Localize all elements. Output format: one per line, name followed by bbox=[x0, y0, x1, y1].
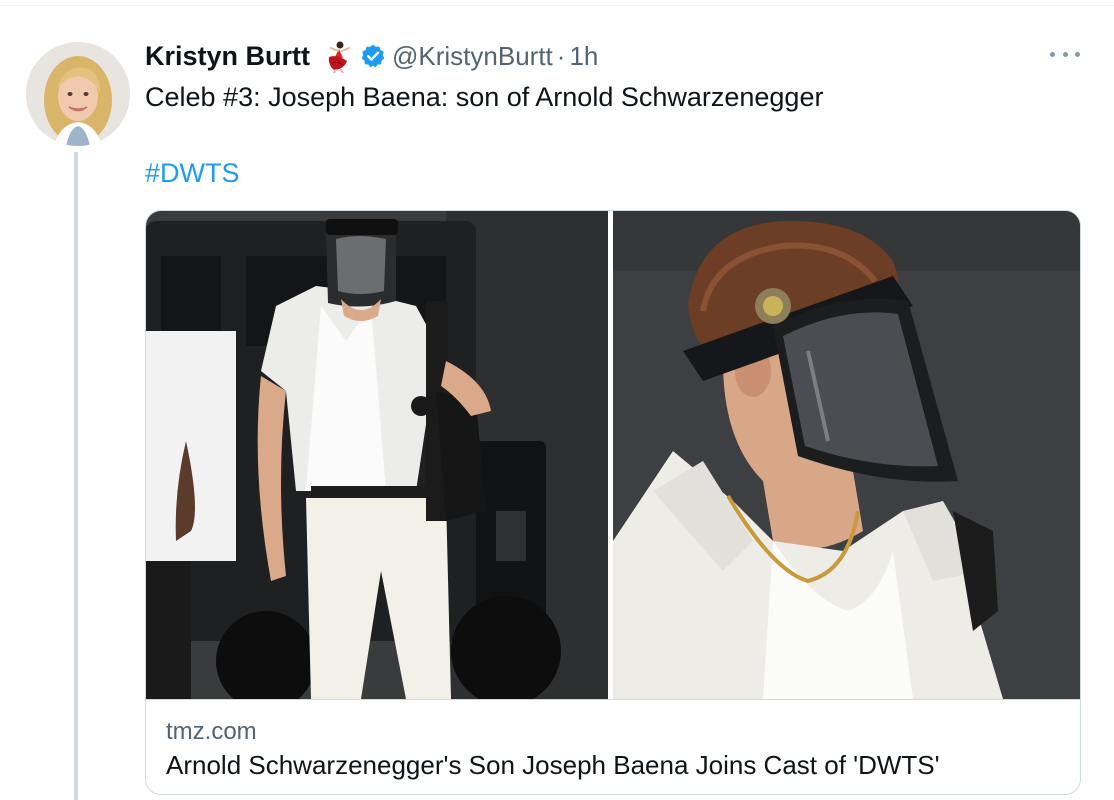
link-card[interactable]: tmz.com Arnold Schwarzenegger's Son Jose… bbox=[145, 210, 1081, 795]
link-domain: tmz.com bbox=[166, 718, 257, 745]
card-photo-closeup bbox=[613, 211, 1080, 699]
dot bbox=[1062, 51, 1068, 57]
dot bbox=[1050, 51, 1055, 57]
author-name[interactable]: Kristyn Burtt bbox=[145, 41, 310, 72]
timestamp[interactable]: 1h bbox=[569, 41, 598, 72]
tweet-text: Celeb #3: Joseph Baena: son of Arnold Sc… bbox=[145, 82, 824, 112]
link-card-footer: tmz.com Arnold Schwarzenegger's Son Jose… bbox=[146, 699, 1080, 794]
hashtag-link[interactable]: #DWTS bbox=[145, 158, 240, 189]
thread-line bbox=[74, 152, 78, 800]
top-divider bbox=[0, 5, 1114, 6]
avatar-image bbox=[26, 42, 130, 146]
separator-dot: · bbox=[556, 40, 566, 71]
dancer-emoji-icon bbox=[320, 39, 354, 74]
author-handle[interactable]: @KristynBurtt bbox=[392, 41, 553, 72]
link-title: Arnold Schwarzenegger's Son Joseph Baena… bbox=[166, 750, 940, 780]
more-options-icon[interactable] bbox=[1050, 44, 1080, 64]
verified-badge-icon bbox=[360, 43, 386, 69]
card-photo-full-body bbox=[146, 211, 608, 699]
dot bbox=[1075, 51, 1080, 57]
tweet-header: Kristyn Burtt @KristynBurtt · 1h bbox=[145, 38, 598, 74]
avatar[interactable] bbox=[26, 42, 130, 146]
